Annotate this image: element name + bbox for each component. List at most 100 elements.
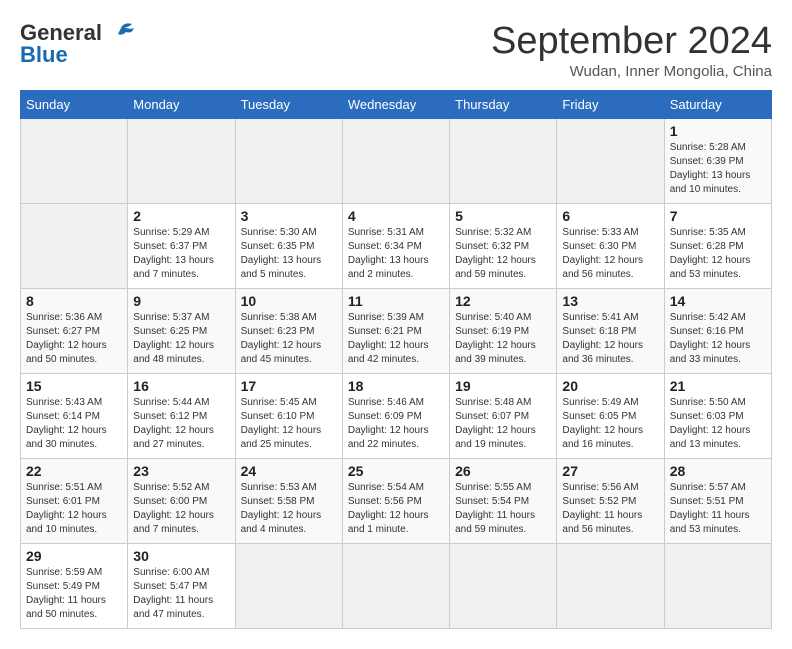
day-info: Sunrise: 5:41 AMSunset: 6:18 PMDaylight:…	[562, 312, 643, 365]
calendar-day-cell	[557, 544, 664, 629]
day-info: Sunrise: 5:32 AMSunset: 6:32 PMDaylight:…	[455, 227, 536, 280]
calendar-day-cell: 18Sunrise: 5:46 AMSunset: 6:09 PMDayligh…	[342, 374, 449, 459]
day-number: 28	[670, 463, 766, 479]
calendar-day-cell: 28 Sunrise: 5:57 AMSunset: 5:51 PMDayligh…	[664, 459, 771, 544]
day-number: 14	[670, 293, 766, 309]
page-header: General Blue September 2024 Wudan, Inner…	[20, 20, 772, 80]
day-info: Sunrise: 5:38 AMSunset: 6:23 PMDaylight:…	[241, 312, 322, 365]
calendar-day-cell: 9Sunrise: 5:37 AMSunset: 6:25 PMDaylight…	[128, 289, 235, 374]
logo-bird-icon	[104, 22, 134, 44]
day-info: Sunrise: 5:40 AMSunset: 6:19 PMDaylight:…	[455, 312, 536, 365]
day-number: 1	[670, 123, 766, 139]
day-info: Sunrise: 5:56 AMSunset: 5:52 PMDaylight:…	[562, 482, 642, 535]
day-info: Sunrise: 5:55 AMSunset: 5:54 PMDaylight:…	[455, 482, 535, 535]
calendar-day-cell: 4 Sunrise: 5:31 AMSunset: 6:34 PMDaylight…	[342, 204, 449, 289]
day-info: Sunrise: 5:35 AMSunset: 6:28 PMDaylight:…	[670, 227, 751, 280]
calendar-body: 1Sunrise: 5:28 AMSunset: 6:39 PMDaylight…	[21, 119, 772, 629]
day-number: 12	[455, 293, 551, 309]
logo: General Blue	[20, 20, 134, 68]
title-block: September 2024 Wudan, Inner Mongolia, Ch…	[491, 20, 772, 80]
day-number: 25	[348, 463, 444, 479]
calendar-day-cell: 10 Sunrise: 5:38 AMSunset: 6:23 PMDayligh…	[235, 289, 342, 374]
day-info: Sunrise: 5:29 AMSunset: 6:37 PMDaylight:…	[133, 227, 214, 280]
day-number: 19	[455, 378, 551, 394]
day-info: Sunrise: 5:49 AMSunset: 6:05 PMDaylight:…	[562, 397, 643, 450]
calendar-day-cell: 21Sunrise: 5:50 AMSunset: 6:03 PMDayligh…	[664, 374, 771, 459]
calendar-day-cell: 2 Sunrise: 5:29 AMSunset: 6:37 PMDaylight…	[128, 204, 235, 289]
day-info: Sunrise: 5:39 AMSunset: 6:21 PMDaylight:…	[348, 312, 429, 365]
day-number: 13	[562, 293, 658, 309]
calendar-day-cell: 7 Sunrise: 5:35 AMSunset: 6:28 PMDaylight…	[664, 204, 771, 289]
calendar-week-row: 15Sunrise: 5:43 AMSunset: 6:14 PMDayligh…	[21, 374, 772, 459]
calendar-day-cell: 25 Sunrise: 5:54 AMSunset: 5:56 PMDayligh…	[342, 459, 449, 544]
weekday-label: Friday	[557, 91, 664, 119]
day-number: 22	[26, 463, 122, 479]
weekday-label: Saturday	[664, 91, 771, 119]
day-number: 26	[455, 463, 551, 479]
day-number: 16	[133, 378, 229, 394]
day-number: 29	[26, 548, 122, 564]
day-number: 24	[241, 463, 337, 479]
day-number: 17	[241, 378, 337, 394]
calendar-day-cell: 29 Sunrise: 5:59 AMSunset: 5:49 PMDayligh…	[21, 544, 128, 629]
calendar-day-cell: 15Sunrise: 5:43 AMSunset: 6:14 PMDayligh…	[21, 374, 128, 459]
calendar-day-cell	[342, 119, 449, 204]
day-info: Sunrise: 5:42 AMSunset: 6:16 PMDaylight:…	[670, 312, 751, 365]
calendar-day-cell: 24 Sunrise: 5:53 AMSunset: 5:58 PMDayligh…	[235, 459, 342, 544]
calendar-day-cell: 12 Sunrise: 5:40 AMSunset: 6:19 PMDayligh…	[450, 289, 557, 374]
day-number: 21	[670, 378, 766, 394]
calendar-day-cell	[235, 119, 342, 204]
calendar-table: SundayMondayTuesdayWednesdayThursdayFrid…	[20, 90, 772, 629]
day-info: Sunrise: 5:59 AMSunset: 5:49 PMDaylight:…	[26, 567, 106, 620]
calendar-day-cell	[235, 544, 342, 629]
calendar-day-cell: 11 Sunrise: 5:39 AMSunset: 6:21 PMDayligh…	[342, 289, 449, 374]
calendar-day-cell	[342, 544, 449, 629]
day-info: Sunrise: 5:44 AMSunset: 6:12 PMDaylight:…	[133, 397, 214, 450]
day-info: Sunrise: 5:57 AMSunset: 5:51 PMDaylight:…	[670, 482, 750, 535]
calendar-week-row: 29 Sunrise: 5:59 AMSunset: 5:49 PMDayligh…	[21, 544, 772, 629]
weekday-header-row: SundayMondayTuesdayWednesdayThursdayFrid…	[21, 91, 772, 119]
day-number: 20	[562, 378, 658, 394]
logo-blue: Blue	[20, 42, 68, 68]
calendar-day-cell: 13 Sunrise: 5:41 AMSunset: 6:18 PMDayligh…	[557, 289, 664, 374]
calendar-day-cell: 8Sunrise: 5:36 AMSunset: 6:27 PMDaylight…	[21, 289, 128, 374]
day-number: 3	[241, 208, 337, 224]
day-number: 2	[133, 208, 229, 224]
calendar-day-cell: 6Sunrise: 5:33 AMSunset: 6:30 PMDaylight…	[557, 204, 664, 289]
day-info: Sunrise: 5:33 AMSunset: 6:30 PMDaylight:…	[562, 227, 643, 280]
day-info: Sunrise: 5:45 AMSunset: 6:10 PMDaylight:…	[241, 397, 322, 450]
weekday-label: Monday	[128, 91, 235, 119]
day-number: 30	[133, 548, 229, 564]
day-info: Sunrise: 5:36 AMSunset: 6:27 PMDaylight:…	[26, 312, 107, 365]
calendar-day-cell	[664, 544, 771, 629]
calendar-day-cell: 16 Sunrise: 5:44 AMSunset: 6:12 PMDayligh…	[128, 374, 235, 459]
calendar-day-cell: 17 Sunrise: 5:45 AMSunset: 6:10 PMDayligh…	[235, 374, 342, 459]
day-info: Sunrise: 5:31 AMSunset: 6:34 PMDaylight:…	[348, 227, 429, 280]
day-number: 4	[348, 208, 444, 224]
day-number: 5	[455, 208, 551, 224]
day-info: Sunrise: 5:54 AMSunset: 5:56 PMDaylight:…	[348, 482, 429, 535]
day-number: 23	[133, 463, 229, 479]
day-info: Sunrise: 5:53 AMSunset: 5:58 PMDaylight:…	[241, 482, 322, 535]
day-number: 10	[241, 293, 337, 309]
calendar-day-cell: 5 Sunrise: 5:32 AMSunset: 6:32 PMDaylight…	[450, 204, 557, 289]
weekday-label: Wednesday	[342, 91, 449, 119]
calendar-day-cell: 26 Sunrise: 5:55 AMSunset: 5:54 PMDayligh…	[450, 459, 557, 544]
calendar-day-cell: 23Sunrise: 5:52 AMSunset: 6:00 PMDayligh…	[128, 459, 235, 544]
calendar-day-cell	[557, 119, 664, 204]
day-info: Sunrise: 5:51 AMSunset: 6:01 PMDaylight:…	[26, 482, 107, 535]
weekday-label: Tuesday	[235, 91, 342, 119]
calendar-day-cell: 14 Sunrise: 5:42 AMSunset: 6:16 PMDayligh…	[664, 289, 771, 374]
day-number: 18	[348, 378, 444, 394]
day-info: Sunrise: 6:00 AMSunset: 5:47 PMDaylight:…	[133, 567, 213, 620]
calendar-day-cell: 22 Sunrise: 5:51 AMSunset: 6:01 PMDayligh…	[21, 459, 128, 544]
calendar-day-cell: 19Sunrise: 5:48 AMSunset: 6:07 PMDayligh…	[450, 374, 557, 459]
calendar-week-row: 8Sunrise: 5:36 AMSunset: 6:27 PMDaylight…	[21, 289, 772, 374]
day-number: 11	[348, 293, 444, 309]
calendar-day-cell: 20 Sunrise: 5:49 AMSunset: 6:05 PMDayligh…	[557, 374, 664, 459]
calendar-day-cell	[450, 544, 557, 629]
calendar-day-cell: 1Sunrise: 5:28 AMSunset: 6:39 PMDaylight…	[664, 119, 771, 204]
day-number: 7	[670, 208, 766, 224]
calendar-day-cell	[128, 119, 235, 204]
day-info: Sunrise: 5:37 AMSunset: 6:25 PMDaylight:…	[133, 312, 214, 365]
